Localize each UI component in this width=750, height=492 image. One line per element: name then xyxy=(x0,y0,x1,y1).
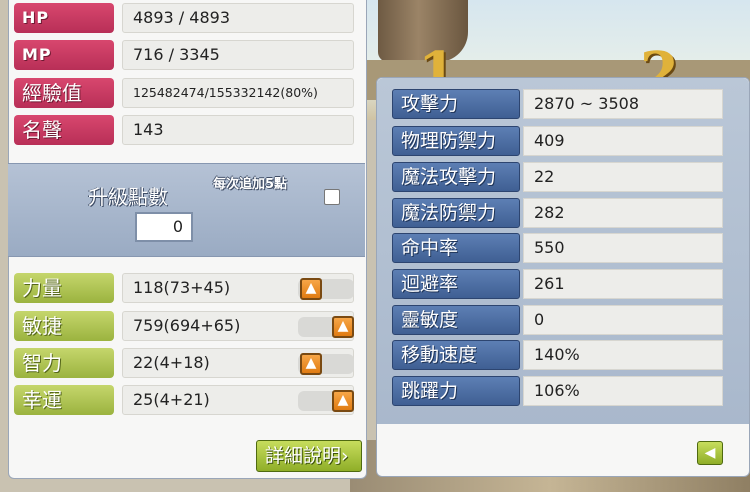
exp-label: 經驗值 xyxy=(14,78,114,108)
magic-def-value: 282 xyxy=(523,198,723,228)
magic-attack-value: 22 xyxy=(523,162,723,192)
jump-label: 跳躍力 xyxy=(392,376,520,406)
dex-label: 敏捷 xyxy=(14,311,114,341)
attr-row-attack: 攻擊力 2870 ~ 3508 xyxy=(388,89,740,121)
attack-value: 2870 ~ 3508 xyxy=(523,89,723,119)
stat-row-str: 力量 118(73+45) ▲ xyxy=(10,273,362,305)
hands-label: 靈敏度 xyxy=(392,305,520,335)
hands-value: 0 xyxy=(523,305,723,335)
ability-points-title: 升級點數 xyxy=(88,185,168,209)
speed-value: 140% xyxy=(523,340,723,370)
stat-row-int: 智力 22(4+18) ▲ xyxy=(10,348,362,380)
fame-label: 名聲 xyxy=(14,115,114,145)
luk-label: 幸運 xyxy=(14,385,114,415)
mp-value: 716 / 3345 xyxy=(122,40,354,70)
exp-value: 125482474/155332142(80%) xyxy=(122,78,354,108)
ability-points-box: 升級點數 0 每次追加5點 xyxy=(8,163,365,257)
attr-row-speed: 移動速度 140% xyxy=(388,340,740,372)
magic-attack-label: 魔法攻擊力 xyxy=(392,162,520,192)
attr-row-avoid: 迴避率 261 xyxy=(388,269,740,301)
attr-row-hands: 靈敏度 0 xyxy=(388,305,740,337)
accuracy-value: 550 xyxy=(523,233,723,263)
str-up-arrow-icon[interactable]: ▲ xyxy=(300,278,322,300)
str-label: 力量 xyxy=(14,273,114,303)
fame-value: 143 xyxy=(122,115,354,145)
attr-row-weapon-def: 物理防禦力 409 xyxy=(388,126,740,158)
hp-value: 4893 / 4893 xyxy=(122,3,354,33)
attr-row-magic-attack: 魔法攻擊力 22 xyxy=(388,162,740,194)
jump-value: 106% xyxy=(523,376,723,406)
weapon-def-label: 物理防禦力 xyxy=(392,126,520,156)
dex-up-arrow-icon[interactable]: ▲ xyxy=(332,316,354,338)
ability-points-value: 0 xyxy=(135,212,193,242)
stat-row-luk: 幸運 25(4+21) ▲ xyxy=(10,385,362,417)
int-up-arrow-icon[interactable]: ▲ xyxy=(300,353,322,375)
accuracy-label: 命中率 xyxy=(392,233,520,263)
int-label: 智力 xyxy=(14,348,114,378)
mp-label: MP xyxy=(14,40,114,70)
attack-label: 攻擊力 xyxy=(392,89,520,119)
add-five-checkbox[interactable] xyxy=(324,189,340,205)
magic-def-label: 魔法防禦力 xyxy=(392,198,520,228)
attr-row-accuracy: 命中率 550 xyxy=(388,233,740,265)
exp-row: 經驗值 125482474/155332142(80%) xyxy=(10,78,362,110)
detail-button-label: 詳細說明 xyxy=(265,445,342,467)
fame-row: 名聲 143 xyxy=(10,115,362,147)
speed-label: 移動速度 xyxy=(392,340,520,370)
avoid-label: 迴避率 xyxy=(392,269,520,299)
attr-row-magic-def: 魔法防禦力 282 xyxy=(388,198,740,230)
stat-row-dex: 敏捷 759(694+65) ▲ xyxy=(10,311,362,343)
avoid-value: 261 xyxy=(523,269,723,299)
weapon-def-value: 409 xyxy=(523,126,723,156)
hp-row: HP 4893 / 4893 xyxy=(10,3,362,35)
add-five-label: 每次追加5點 xyxy=(213,177,288,192)
hp-label: HP xyxy=(14,3,114,33)
luk-up-arrow-icon[interactable]: ▲ xyxy=(332,390,354,412)
attr-row-jump: 跳躍力 106% xyxy=(388,376,740,408)
chevron-right-icon: › xyxy=(341,445,349,467)
arrow-left-icon: ◀ xyxy=(704,445,716,461)
back-button[interactable]: ◀ xyxy=(697,441,723,465)
mp-row: MP 716 / 3345 xyxy=(10,40,362,72)
detail-button[interactable]: 詳細說明› xyxy=(256,440,362,472)
